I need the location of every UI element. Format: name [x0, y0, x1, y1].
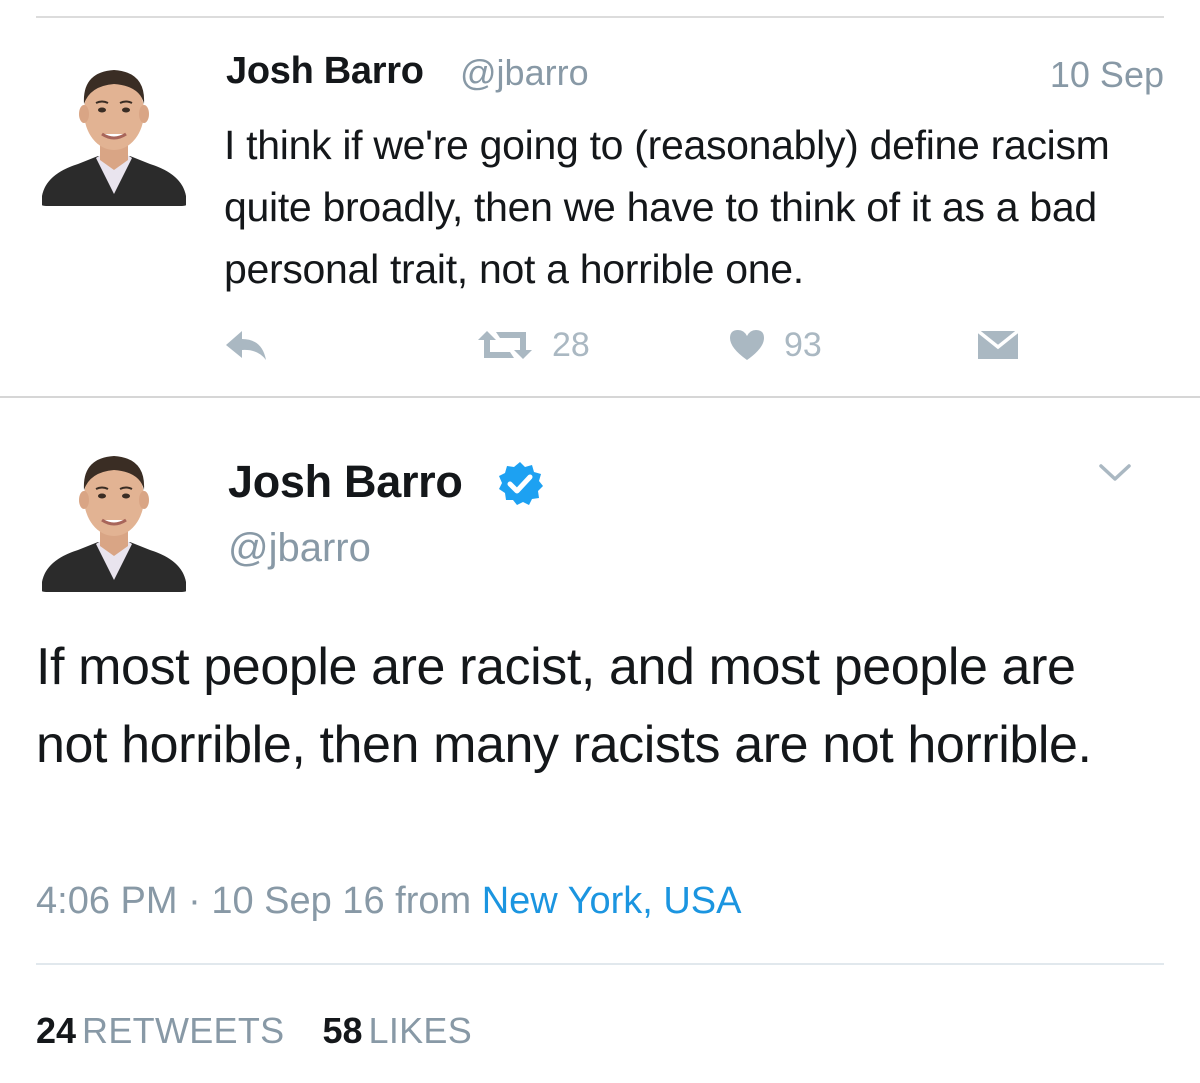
tweet-divider [0, 396, 1200, 398]
avatar[interactable] [34, 46, 194, 206]
top-divider [36, 16, 1164, 18]
tweet-date[interactable]: 10 Sep 16 [211, 880, 384, 922]
avatar-photo [34, 432, 194, 592]
tweet-thread-screen: Josh Barro @jbarro 10 Sep I think if we'… [0, 0, 1200, 1083]
verified-badge-icon [499, 462, 543, 505]
retweets-stat[interactable]: 24 RETWEETS [36, 1010, 284, 1051]
retweet-count: 28 [552, 325, 590, 364]
reply-icon [226, 331, 266, 360]
avatar[interactable] [34, 432, 194, 592]
likes-label: LIKES [368, 1010, 473, 1051]
retweets-count: 24 [36, 1010, 77, 1051]
tweet-text: I think if we're going to (reasonably) d… [224, 122, 1110, 292]
tweet-text: If most people are racist, and most peop… [36, 638, 1092, 774]
chevron-down-icon[interactable] [1098, 462, 1132, 484]
retweet-icon [478, 331, 532, 359]
author-name[interactable]: Josh Barro [228, 456, 463, 508]
tweet-time[interactable]: 4:06 PM [36, 880, 178, 922]
direct-message-button[interactable] [976, 320, 1020, 370]
reply-button[interactable] [224, 320, 268, 370]
like-count: 93 [784, 325, 822, 364]
author-name[interactable]: Josh Barro [226, 50, 424, 93]
like-button[interactable]: 93 [728, 320, 822, 370]
engagement-stats: 24 RETWEETS 58 LIKES [36, 1010, 472, 1052]
from-label: from [395, 880, 472, 922]
avatar-photo [34, 46, 194, 206]
author-handle[interactable]: @jbarro [460, 52, 589, 94]
envelope-icon [976, 329, 1020, 359]
tweet-location-link[interactable]: New York, USA [482, 880, 742, 922]
retweet-button[interactable]: 28 [476, 320, 590, 370]
author-handle[interactable]: @jbarro [228, 526, 371, 571]
retweets-label: RETWEETS [82, 1010, 285, 1051]
stats-divider [36, 963, 1164, 965]
meta-separator: · [188, 880, 201, 922]
likes-stat[interactable]: 58 LIKES [322, 1010, 472, 1051]
tweet-date[interactable]: 10 Sep [1050, 54, 1164, 96]
heart-icon [730, 330, 764, 360]
tweet-metadata: 4:06 PM · 10 Sep 16 from New York, USA [36, 880, 742, 923]
likes-count: 58 [322, 1010, 363, 1051]
